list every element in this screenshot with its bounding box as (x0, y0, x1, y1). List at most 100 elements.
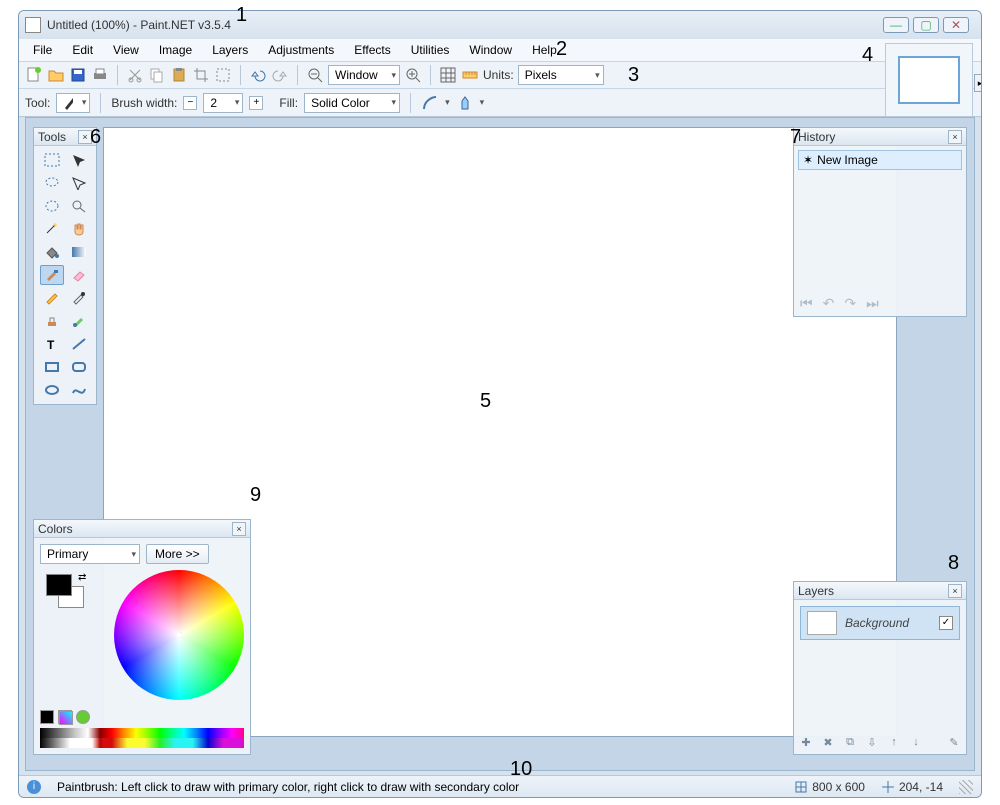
copy-icon[interactable] (148, 66, 166, 84)
print-icon[interactable] (91, 66, 109, 84)
menu-effects[interactable]: Effects (346, 41, 398, 59)
tool-ellipse[interactable] (40, 380, 64, 400)
tool-eraser[interactable] (67, 265, 91, 285)
history-redo-icon[interactable]: ↷ (844, 295, 856, 312)
colors-more-button[interactable]: More >> (146, 544, 209, 564)
layer-visibility-checkbox[interactable]: ✓ (939, 616, 953, 630)
ruler-icon[interactable] (461, 66, 479, 84)
tool-magic-wand[interactable] (40, 219, 64, 239)
close-button[interactable]: ✕ (943, 17, 969, 33)
color-mode-dropdown[interactable]: Primary (40, 544, 140, 564)
tool-line[interactable] (67, 334, 91, 354)
tool-pencil[interactable] (40, 288, 64, 308)
layer-properties-icon[interactable]: ✎ (946, 734, 962, 750)
tool-text[interactable]: T (40, 334, 64, 354)
grid-icon[interactable] (439, 66, 457, 84)
menu-window[interactable]: Window (461, 41, 520, 59)
open-file-icon[interactable] (47, 66, 65, 84)
history-item[interactable]: ✶ New Image (798, 150, 962, 170)
layer-duplicate-icon[interactable]: ⧉ (842, 734, 858, 750)
tool-paintbrush[interactable] (40, 265, 64, 285)
menu-adjustments[interactable]: Adjustments (260, 41, 342, 59)
svg-text:T: T (47, 338, 55, 351)
blend-mode-icon[interactable] (456, 94, 474, 112)
menu-file[interactable]: File (25, 41, 60, 59)
image-thumbnail-strip: ▸ (885, 43, 973, 117)
color-swatches[interactable]: ⇄ (46, 574, 72, 596)
units-dropdown[interactable]: Pixels (518, 65, 604, 85)
tool-clone-stamp[interactable] (40, 311, 64, 331)
tool-picker-dropdown[interactable] (56, 93, 90, 113)
zoom-mode-dropdown[interactable]: Window (328, 65, 400, 85)
tool-move-pixels[interactable] (67, 173, 91, 193)
cut-icon[interactable] (126, 66, 144, 84)
menu-view[interactable]: View (105, 41, 147, 59)
fill-dropdown[interactable]: Solid Color (304, 93, 400, 113)
tool-rectangle[interactable] (40, 357, 64, 377)
swap-colors-icon[interactable]: ⇄ (78, 572, 86, 583)
color-wheel[interactable] (114, 570, 244, 700)
tool-paint-bucket[interactable] (40, 242, 64, 262)
menu-utilities[interactable]: Utilities (403, 41, 458, 59)
crop-icon[interactable] (192, 66, 210, 84)
tool-ellipse-select[interactable] (40, 196, 64, 216)
palette-row-2[interactable] (40, 738, 244, 748)
menu-image[interactable]: Image (151, 41, 200, 59)
tool-color-picker[interactable] (67, 288, 91, 308)
window-title: Untitled (100%) - Paint.NET v3.5.4 (47, 18, 883, 32)
tool-recolor[interactable] (67, 311, 91, 331)
info-icon: i (27, 780, 41, 794)
history-rewind-icon[interactable]: ⏮ (800, 295, 813, 312)
history-undo-icon[interactable]: ↶ (823, 295, 835, 312)
palette-row-1[interactable] (40, 728, 244, 738)
layer-thumbnail (807, 611, 837, 635)
layer-delete-icon[interactable]: ✖ (820, 734, 836, 750)
layer-add-icon[interactable]: ✚ (798, 734, 814, 750)
redo-icon[interactable] (271, 66, 289, 84)
layer-up-icon[interactable]: ↑ (886, 734, 902, 750)
colors-panel-close[interactable]: × (232, 522, 246, 536)
tool-rect-select[interactable] (40, 150, 64, 170)
color-wheel-cursor[interactable] (176, 632, 182, 638)
statusbar: i Paintbrush: Left click to draw with pr… (19, 775, 981, 797)
zoom-out-icon[interactable] (306, 66, 324, 84)
maximize-button[interactable]: ▢ (913, 17, 939, 33)
antialias-icon[interactable] (421, 94, 439, 112)
minimize-button[interactable]: — (883, 17, 909, 33)
tool-gradient[interactable] (67, 242, 91, 262)
colors-panel-title: Colors (38, 522, 73, 536)
thumbnail-expand-button[interactable]: ▸ (974, 74, 982, 92)
separator (100, 93, 101, 113)
image-thumbnail[interactable] (898, 56, 960, 104)
history-panel-close[interactable]: × (948, 130, 962, 144)
menu-layers[interactable]: Layers (204, 41, 256, 59)
brush-width-dropdown[interactable]: 2 (203, 93, 243, 113)
new-file-icon[interactable] (25, 66, 43, 84)
layer-row[interactable]: Background ✓ (800, 606, 960, 640)
paste-icon[interactable] (170, 66, 188, 84)
layer-merge-icon[interactable]: ⇩ (864, 734, 880, 750)
tool-move-selection[interactable] (67, 150, 91, 170)
tool-lasso[interactable] (40, 173, 64, 193)
add-color-icon[interactable] (76, 710, 90, 724)
save-icon[interactable] (69, 66, 87, 84)
brush-width-increase[interactable]: + (249, 96, 263, 110)
tool-pan[interactable] (67, 219, 91, 239)
deselect-icon[interactable] (214, 66, 232, 84)
layer-down-icon[interactable]: ↓ (908, 734, 924, 750)
menu-edit[interactable]: Edit (64, 41, 101, 59)
brush-width-decrease[interactable]: − (183, 96, 197, 110)
palette-black[interactable] (40, 710, 54, 724)
layers-panel-close[interactable]: × (948, 584, 962, 598)
zoom-in-icon[interactable] (404, 66, 422, 84)
resize-grip[interactable] (959, 780, 973, 794)
undo-icon[interactable] (249, 66, 267, 84)
tool-freeform[interactable] (67, 380, 91, 400)
primary-color-swatch[interactable] (46, 574, 72, 596)
tool-zoom[interactable] (67, 196, 91, 216)
history-ffwd-icon[interactable]: ⏭ (866, 295, 879, 312)
history-panel: History × ✶ New Image ⏮ ↶ ↷ ⏭ (793, 127, 967, 317)
menu-help[interactable]: Help (524, 41, 565, 59)
tool-rounded-rect[interactable] (67, 357, 91, 377)
tools-panel-close[interactable]: × (78, 130, 92, 144)
